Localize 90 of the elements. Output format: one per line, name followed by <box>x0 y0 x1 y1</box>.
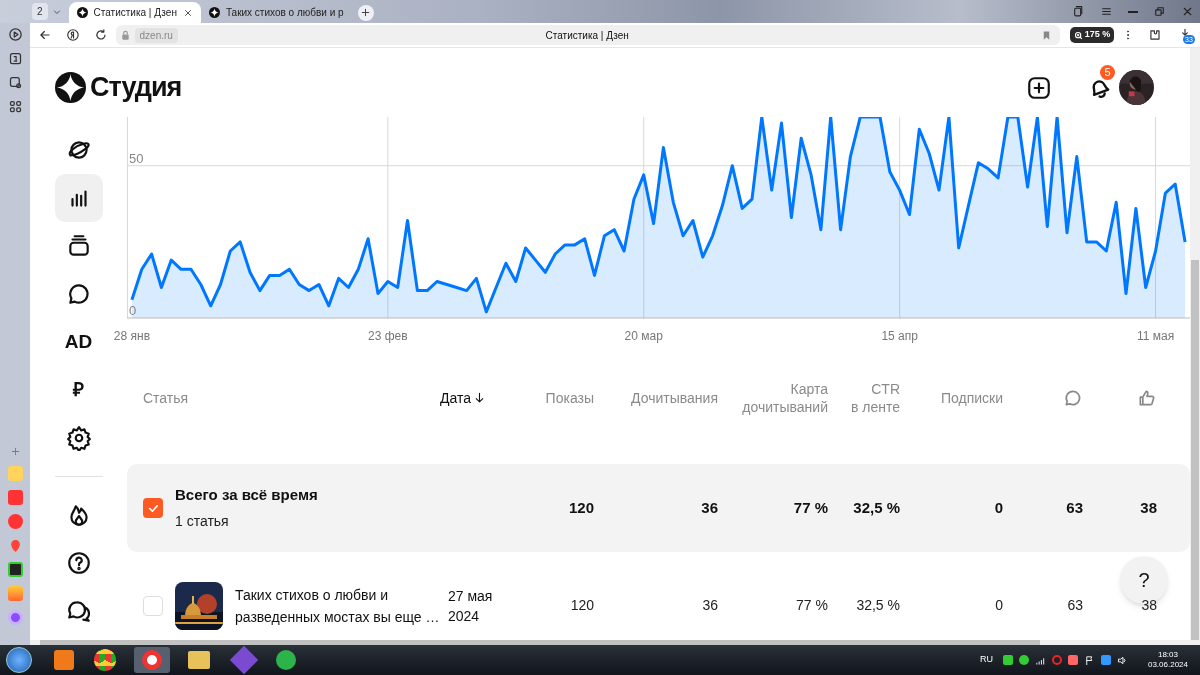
nav-item[interactable] <box>54 174 103 222</box>
star-logo-icon <box>208 7 220 18</box>
x-tick-label: 15 апр <box>881 329 918 343</box>
table-cell-text: 36 <box>702 596 718 616</box>
scrollbar[interactable] <box>30 640 1200 645</box>
total-value: 63 <box>1066 497 1083 518</box>
close-icon <box>1181 5 1194 18</box>
column-header[interactable]: Подписки <box>940 388 1003 407</box>
sort-arrow-icon <box>473 391 486 405</box>
nav-item[interactable]: AD <box>54 318 103 366</box>
table-cell-text: 0 <box>995 596 1003 616</box>
tray-icon[interactable] <box>1018 655 1029 665</box>
total-subtitle: 1 статья <box>175 512 230 532</box>
yandex-icon <box>65 28 80 42</box>
total-value: 38 <box>1140 497 1157 518</box>
flag-icon <box>1083 654 1095 666</box>
new-tab-button[interactable] <box>357 4 374 21</box>
total-value: 77 % <box>793 497 828 518</box>
tray-icon[interactable] <box>1051 655 1062 665</box>
app-icon[interactable] <box>7 562 23 577</box>
column-header[interactable]: Дочитывания <box>631 388 718 407</box>
browser-tab[interactable]: Статистика | Дзен <box>68 2 201 23</box>
notification-badge: 5 <box>1100 64 1115 80</box>
reload-icon <box>93 28 108 42</box>
restore-icon <box>1153 5 1166 18</box>
checkbox[interactable] <box>143 498 163 518</box>
x-tick-label: 23 фев <box>368 329 408 343</box>
browser-tab[interactable]: Таких стихов о любви и р <box>200 2 352 23</box>
play-icon <box>7 27 23 42</box>
taskbar-app-icon[interactable] <box>94 649 116 671</box>
tab-title: Таких стихов о любви и р <box>225 6 344 20</box>
checkbox[interactable] <box>143 595 163 616</box>
total-value: 36 <box>701 497 718 518</box>
total-value: 0 <box>994 497 1003 518</box>
address-bar[interactable]: dzen.ru Статистика | Дзен <box>115 25 1060 45</box>
article-date: 27 мая 2024 <box>448 586 494 626</box>
scrollbar[interactable] <box>1190 48 1200 640</box>
logo-icon <box>55 72 86 103</box>
taskbar-app-icon[interactable] <box>276 650 296 670</box>
taskbar-app-button[interactable] <box>134 647 170 673</box>
table-cell-text: 77 % <box>796 596 828 616</box>
nav-item[interactable]: ₽ <box>54 366 103 414</box>
tab-count-button[interactable]: 2 <box>32 3 48 20</box>
add-icon <box>1026 74 1052 101</box>
tabs-icon <box>7 51 23 66</box>
tab-title: Статистика | Дзен <box>93 6 177 20</box>
total-value: 120 <box>568 497 594 518</box>
close-icon <box>182 7 193 18</box>
column-header[interactable]: Дата <box>440 388 471 407</box>
collections-icon <box>1072 5 1085 18</box>
table-cell-text: 63 <box>1067 596 1083 616</box>
x-tick-label: 20 мар <box>624 329 663 343</box>
back-icon <box>38 28 52 42</box>
column-header[interactable]: CTR в ленте <box>850 379 900 416</box>
start-button[interactable] <box>6 647 32 673</box>
help-icon <box>65 550 92 576</box>
tray-icon[interactable] <box>1100 655 1111 665</box>
plus-icon <box>9 446 21 457</box>
plus-icon <box>360 7 372 18</box>
clock-date[interactable]: 03.06.2024 <box>1147 660 1188 670</box>
column-header[interactable]: Показы <box>545 388 594 407</box>
y-tick-label: 0 <box>129 303 137 318</box>
zoom-badge[interactable]: 175 % <box>1069 27 1115 43</box>
clock-time[interactable]: 18:03 <box>1157 650 1178 660</box>
lock-icon <box>119 29 131 41</box>
extensions-icon <box>1148 28 1163 42</box>
screenshot-icon <box>7 75 23 90</box>
column-header[interactable]: Карта дочитываний <box>742 379 828 416</box>
total-title: Всего за всё время <box>175 484 318 505</box>
tray-icon[interactable] <box>1002 655 1013 665</box>
table-cell-text: 32,5 % <box>856 596 900 616</box>
domain-chip: dzen.ru <box>134 27 178 43</box>
volume-icon <box>1116 654 1128 666</box>
total-value: 32,5 % <box>853 497 900 518</box>
settings-icon <box>65 425 92 451</box>
x-tick-label: 11 мая <box>1136 329 1175 343</box>
logo-text: Студия <box>90 71 182 105</box>
language-indicator[interactable]: RU <box>979 653 993 667</box>
minimize-icon <box>1128 10 1138 13</box>
apps-icon <box>7 99 23 114</box>
chats-icon <box>65 598 92 624</box>
assistant-icon[interactable] <box>7 610 23 625</box>
y-tick-label: 50 <box>129 150 144 166</box>
article-title[interactable]: Таких стихов о любви и разведенных мостах вы еще … <box>235 583 440 628</box>
x-tick-label: 28 янв <box>113 329 150 343</box>
star-logo-icon <box>76 7 88 18</box>
page-title: Статистика | Дзен <box>545 28 629 43</box>
tray-icon[interactable] <box>1067 655 1078 665</box>
menu-icon <box>1100 5 1113 18</box>
table-cell-text: 120 <box>570 596 594 616</box>
